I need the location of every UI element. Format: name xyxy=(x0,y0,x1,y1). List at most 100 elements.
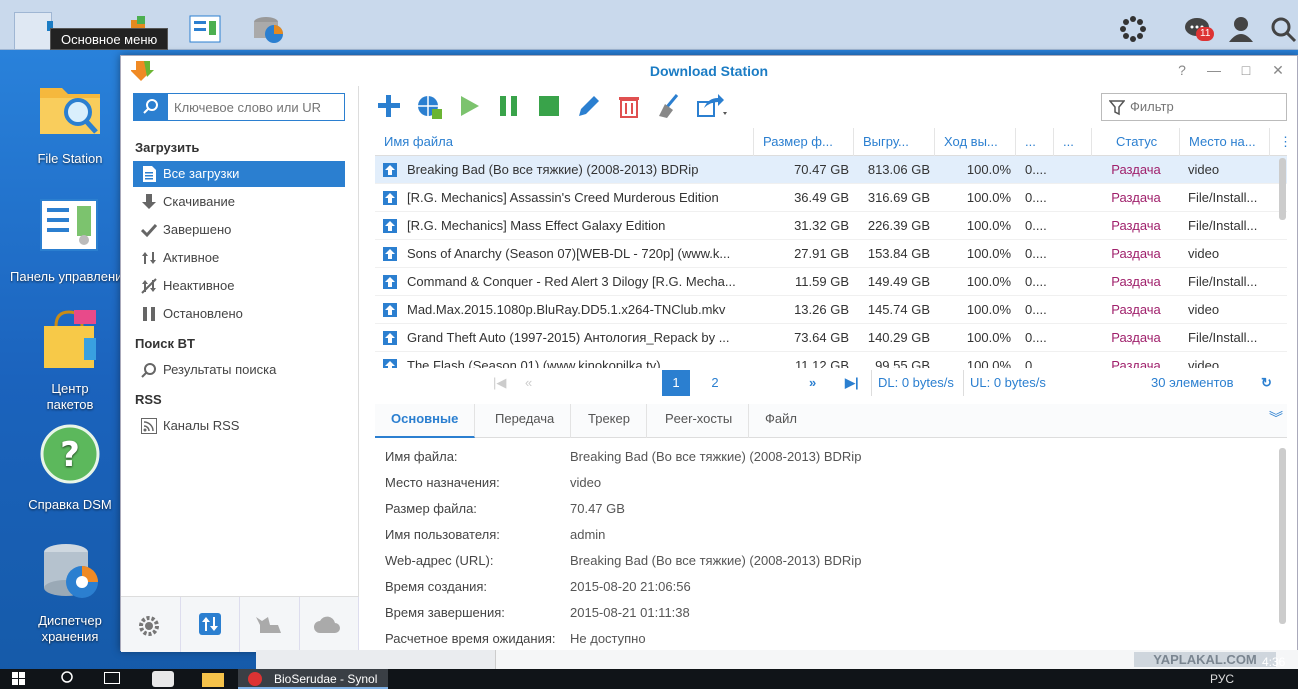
search-icon[interactable] xyxy=(1268,14,1298,44)
cloud-button[interactable] xyxy=(300,597,359,652)
prev-page-icon[interactable]: « xyxy=(525,370,532,396)
column-menu-icon[interactable]: ⋮ xyxy=(1270,128,1287,156)
tab-tracker[interactable]: Трекер xyxy=(572,404,647,438)
table-scrollbar[interactable] xyxy=(1279,158,1286,220)
transfer-button[interactable] xyxy=(181,597,240,652)
language-indicator[interactable]: РУС xyxy=(1210,672,1234,686)
filter-input[interactable] xyxy=(1130,99,1280,114)
taskbar-search-icon[interactable] xyxy=(60,671,74,688)
task-view-icon[interactable] xyxy=(104,672,120,684)
settings-button[interactable] xyxy=(121,597,181,652)
taskbar-app-icon[interactable] xyxy=(152,671,174,687)
main-menu-button[interactable] xyxy=(14,12,57,50)
desktop-icon-dsm-help[interactable]: ? Справка DSM xyxy=(10,424,130,512)
column-header-6[interactable]: ... xyxy=(1054,128,1092,156)
desktop-icon-control-panel[interactable]: Панель управления xyxy=(10,196,128,284)
table-row[interactable]: Command & Conquer - Red Alert 3 Dilogy [… xyxy=(375,268,1287,296)
file-explorer-icon[interactable] xyxy=(202,673,224,687)
detail-value: Breaking Bad (Во все тяжкие) (2008-2013)… xyxy=(570,449,862,464)
cell-progress: 100.0% xyxy=(966,358,1011,368)
cell-status: Раздача xyxy=(1111,162,1161,177)
table-row[interactable]: Breaking Bad (Во все тяжкие) (2008-2013)… xyxy=(375,156,1287,184)
table-row[interactable]: Mad.Max.2015.1080p.BluRay.DD5.1.x264-TNC… xyxy=(375,296,1287,324)
sidebar-item-active[interactable]: Активное xyxy=(133,245,345,271)
add-url-button[interactable] xyxy=(415,92,443,120)
page-1-button[interactable]: 1 xyxy=(662,370,690,396)
stop-button[interactable] xyxy=(535,92,563,120)
first-page-icon[interactable]: |◀ xyxy=(493,370,506,396)
document-icon xyxy=(143,166,156,182)
storage-manager-taskbar-button[interactable] xyxy=(250,12,288,50)
clock[interactable]: 4:36 xyxy=(1262,655,1285,669)
sidebar-item-search-results[interactable]: Результаты поиска xyxy=(133,357,345,383)
column-header-filename[interactable]: Имя файла xyxy=(375,128,754,156)
cell-status: Раздача xyxy=(1111,274,1161,289)
taskbar-browser-item[interactable]: BioSerudae - Synol xyxy=(238,669,388,689)
table-row[interactable]: Grand Theft Auto (1997-2015) Антология_R… xyxy=(375,324,1287,352)
desktop-icon-label: File Station xyxy=(37,151,103,166)
last-page-icon[interactable]: ▶| xyxy=(845,370,859,396)
sidebar-item-all-downloads[interactable]: Все загрузки xyxy=(133,161,345,187)
column-header-size[interactable]: Размер ф... xyxy=(754,128,854,156)
sidebar-footer xyxy=(121,596,359,652)
column-header-uploaded[interactable]: Выгру... xyxy=(854,128,935,156)
page-2-button[interactable]: 2 xyxy=(701,370,729,396)
column-header-destination[interactable]: Место на... xyxy=(1180,128,1270,156)
column-header-progress[interactable]: Ход вы... xyxy=(935,128,1016,156)
cell-dest: File/Install... xyxy=(1188,218,1258,233)
tab-transfer[interactable]: Передача xyxy=(479,404,572,438)
column-header-5[interactable]: ... xyxy=(1016,128,1054,156)
search-input[interactable] xyxy=(174,98,339,116)
desktop-icon-label: Диспетчер хранения xyxy=(38,613,102,644)
tab-file[interactable]: Файл xyxy=(749,404,813,438)
clear-completed-button[interactable] xyxy=(655,92,683,120)
table-header: Имя файла Размер ф... Выгру... Ход вы...… xyxy=(375,128,1287,156)
cell-status: Раздача xyxy=(1111,190,1161,205)
resume-button[interactable] xyxy=(455,92,483,120)
refresh-icon[interactable]: ↻ xyxy=(1261,370,1272,396)
broom-icon xyxy=(659,94,679,118)
user-icon[interactable] xyxy=(1226,14,1256,44)
edit-button[interactable] xyxy=(575,92,603,120)
windows-start-icon[interactable] xyxy=(12,672,26,689)
browser-icon xyxy=(248,672,262,686)
details-scrollbar[interactable] xyxy=(1279,448,1286,624)
maximize-button[interactable]: □ xyxy=(1237,62,1255,79)
add-button[interactable] xyxy=(375,92,403,120)
search-button[interactable] xyxy=(134,94,168,120)
cell-progress: 100.0% xyxy=(966,162,1011,177)
sidebar-item-downloading[interactable]: Скачивание xyxy=(133,189,345,215)
cell-uploaded: 813.06 GB xyxy=(867,162,930,177)
desktop-icon-file-station[interactable]: File Station xyxy=(10,78,130,166)
help-button[interactable]: ? xyxy=(1173,62,1191,79)
minimize-button[interactable]: — xyxy=(1205,62,1223,79)
sidebar-item-completed[interactable]: Завершено xyxy=(133,217,345,243)
emule-button[interactable] xyxy=(240,597,300,652)
notification-count-badge: 11 xyxy=(1196,27,1215,41)
widgets-icon[interactable] xyxy=(1118,14,1148,44)
delete-button[interactable] xyxy=(615,92,643,120)
download-arrow-icon xyxy=(142,194,156,209)
cell-c5: 0.... xyxy=(1025,302,1047,317)
control-panel-taskbar-button[interactable] xyxy=(186,12,224,50)
collapse-icon[interactable]: ︾ xyxy=(1269,408,1283,428)
dsm-taskbar: 11 xyxy=(0,0,1298,50)
column-header-status[interactable]: Статус xyxy=(1092,128,1180,156)
desktop-icon-package-center[interactable]: Центр пакетов xyxy=(10,308,130,413)
sidebar-item-rss-feeds[interactable]: Каналы RSS xyxy=(133,413,345,439)
next-page-icon[interactable]: » xyxy=(809,370,816,396)
pause-button[interactable] xyxy=(495,92,523,120)
table-row[interactable]: Sons of Anarchy (Season 07)[WEB-DL - 720… xyxy=(375,240,1287,268)
storage-icon xyxy=(254,17,283,43)
table-row[interactable]: [R.G. Mechanics] Mass Effect Galaxy Edit… xyxy=(375,212,1287,240)
table-row[interactable]: [R.G. Mechanics] Assassin's Creed Murder… xyxy=(375,184,1287,212)
sidebar-item-inactive[interactable]: Неактивное xyxy=(133,273,345,299)
tab-peers[interactable]: Peer-хосты xyxy=(649,404,750,438)
share-button[interactable] xyxy=(695,92,729,120)
desktop-icon-storage-manager[interactable]: Диспетчер хранения xyxy=(10,540,130,645)
sidebar-item-stopped[interactable]: Остановлено xyxy=(133,301,345,327)
cell-size: 27.91 GB xyxy=(794,246,849,261)
tab-general[interactable]: Основные xyxy=(375,404,476,438)
close-button[interactable]: ✕ xyxy=(1269,62,1287,79)
table-row[interactable]: The Flash (Season 01) (www.kinokopilka.t… xyxy=(375,352,1287,368)
